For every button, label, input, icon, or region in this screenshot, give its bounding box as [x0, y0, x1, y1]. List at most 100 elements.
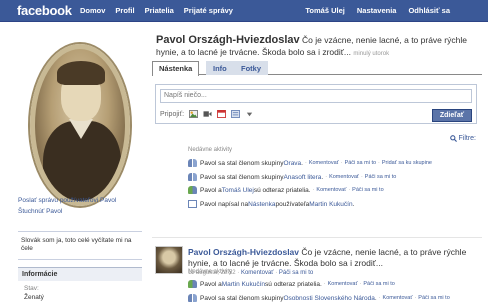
- nav-home[interactable]: Domov: [80, 6, 105, 15]
- post-author[interactable]: Pavol Országh-Hviezdoslav: [188, 247, 299, 257]
- profile-header: Pavol Országh-Hviezdoslav Čo je vzácne, …: [156, 33, 482, 59]
- relationship-value: Ženatý: [24, 294, 44, 301]
- separator: ·: [325, 174, 328, 180]
- like-link[interactable]: Páči sa mi to: [279, 270, 313, 276]
- send-message-link[interactable]: Poslať správu používateľovi Pavol: [18, 197, 116, 204]
- photo-icon[interactable]: [189, 110, 198, 118]
- bio-box: Slovák som ja, toto celé vyčítate mi na …: [18, 231, 142, 260]
- join-group-link[interactable]: Pridať sa ku skupine: [382, 160, 432, 166]
- comment-link[interactable]: Komentovať: [329, 174, 359, 180]
- filter-label: Filtre:: [458, 135, 477, 142]
- attach-bar: Pripojiť:: [160, 110, 254, 118]
- recent-activity-header: Nedávne aktivity: [188, 269, 233, 275]
- friends-icon: [188, 186, 197, 194]
- like-link[interactable]: Páči sa mi to: [363, 281, 394, 287]
- publisher-box: Napíš niečo... Pripojiť: Zdieľať: [155, 84, 477, 124]
- activity-text: Pavol a: [200, 280, 222, 288]
- divider: [152, 237, 482, 238]
- comment-link[interactable]: Komentovať: [309, 160, 339, 166]
- comment-link[interactable]: Komentovať: [328, 281, 358, 287]
- activity-link[interactable]: Martin Kukučín: [309, 201, 352, 208]
- left-sidebar: Poslať správu používateľovi Pavol Štuchn…: [18, 23, 142, 308]
- tab-wall[interactable]: Nástenka: [152, 61, 200, 76]
- note-icon: [188, 200, 197, 208]
- comment-link[interactable]: Komentovať: [383, 295, 413, 301]
- like-link[interactable]: Páči sa mi to: [365, 174, 396, 180]
- nav-logout[interactable]: Odhlásiť sa: [408, 6, 450, 15]
- facebook-logo[interactable]: facebook: [17, 3, 72, 18]
- activity-link[interactable]: Martin Kukučín: [222, 281, 265, 288]
- activity-text: Pavol a: [200, 186, 222, 194]
- separator: ·: [348, 187, 351, 193]
- activity-text: .: [374, 294, 377, 302]
- status-input[interactable]: Napíš niečo...: [160, 89, 472, 103]
- poke-link[interactable]: Štuchnúť Pavol: [18, 208, 62, 215]
- relationship-label: Stav:: [24, 285, 39, 292]
- activity-text: Pavol sa stal členom skupiny: [200, 159, 284, 167]
- filter-link[interactable]: Filtre:: [449, 135, 477, 142]
- event-icon[interactable]: [217, 110, 226, 118]
- top-navigation-bar: facebook Domov Profil Priatelia Prijaté …: [0, 0, 488, 22]
- profile-photo[interactable]: [18, 35, 142, 215]
- nav-inbox[interactable]: Prijaté správy: [184, 6, 233, 15]
- tab-info[interactable]: Info: [206, 61, 234, 75]
- nav-account-name[interactable]: Tomáš Ulej: [305, 6, 344, 15]
- separator: ·: [360, 174, 363, 180]
- portrait-hair: [57, 61, 105, 85]
- activity-text: .: [301, 159, 303, 167]
- video-icon[interactable]: [203, 110, 212, 118]
- separator: ·: [323, 281, 326, 287]
- separator: ·: [414, 295, 417, 301]
- main-nav: Domov Profil Priatelia Prijaté správy: [80, 6, 233, 15]
- activity-item: Pavol napísal na Nástenka používateľa Ma…: [188, 200, 482, 208]
- separator: ·: [304, 160, 307, 166]
- more-dropdown-icon[interactable]: [245, 110, 254, 118]
- status-time: minulý utorok: [353, 51, 390, 58]
- share-button[interactable]: Zdieľať: [432, 109, 472, 122]
- group-icon: [188, 173, 197, 181]
- tab-photos[interactable]: Fotky: [234, 61, 269, 75]
- separator: ·: [340, 160, 343, 166]
- activity-text: sú odteraz priatelia.: [265, 280, 322, 288]
- activity-link[interactable]: Nástenka: [248, 201, 275, 208]
- activity-item: Pavol a Martin Kukučín sú odteraz priate…: [188, 280, 482, 288]
- group-icon: [188, 294, 197, 302]
- activity-item: Pavol a Tomáš Ulej sú odteraz priatelia.…: [188, 186, 482, 194]
- comment-link[interactable]: Komentovať: [241, 270, 274, 276]
- comment-link[interactable]: Komentovať: [316, 187, 346, 193]
- separator: ·: [359, 281, 362, 287]
- activity-text: .: [352, 200, 355, 208]
- friends-icon: [188, 280, 197, 288]
- activity-link[interactable]: Tomáš Ulej: [222, 187, 254, 194]
- like-link[interactable]: Páči sa mi to: [345, 160, 376, 166]
- activity-link[interactable]: Osobnosti Slovenského Národa: [283, 295, 374, 302]
- activity-item: Pavol sa stal členom skupiny Orava . · K…: [188, 159, 482, 167]
- activity-text: Pavol napísal na: [200, 200, 249, 208]
- activity-item: Pavol sa stal členom skupiny Osobnosti S…: [188, 294, 482, 302]
- account-nav: Tomáš Ulej Nastavenia Odhlásiť sa: [305, 6, 450, 15]
- link-icon[interactable]: [231, 110, 240, 118]
- activity-link[interactable]: Anasoft litera: [283, 174, 321, 181]
- nav-friends[interactable]: Priatelia: [145, 6, 174, 15]
- search-icon: [449, 135, 457, 142]
- like-link[interactable]: Páči sa mi to: [352, 187, 383, 193]
- activity-text: Pavol sa stal členom skupiny: [200, 173, 284, 181]
- attach-label: Pripojiť:: [160, 110, 185, 118]
- group-icon: [188, 159, 197, 167]
- activity-text: sú odteraz priatelia.: [253, 186, 311, 194]
- activity-text: používateľa: [275, 200, 310, 208]
- avatar[interactable]: [155, 246, 183, 274]
- nav-settings[interactable]: Nastavenia: [357, 6, 397, 15]
- page-content: Poslať správu používateľovi Pavol Štuchn…: [0, 23, 488, 308]
- separator: ·: [378, 295, 381, 301]
- profile-tabs: Nástenka Info Fotky: [152, 61, 482, 76]
- like-link[interactable]: Páči sa mi to: [418, 295, 449, 301]
- activity-item: Pavol sa stal členom skupiny Anasoft lit…: [188, 173, 482, 181]
- activity-link[interactable]: Orava: [283, 160, 301, 167]
- main-column: Pavol Országh-Hviezdoslav Čo je vzácne, …: [152, 23, 482, 308]
- activity-text: Pavol sa stal členom skupiny: [200, 294, 284, 302]
- wall-post: Pavol Országh-Hviezdoslav Čo je vzácne, …: [188, 247, 482, 269]
- recent-activity-header: Nedávne aktivity: [188, 147, 233, 153]
- info-section-header: Informácie: [18, 267, 142, 281]
- nav-profile[interactable]: Profil: [115, 6, 134, 15]
